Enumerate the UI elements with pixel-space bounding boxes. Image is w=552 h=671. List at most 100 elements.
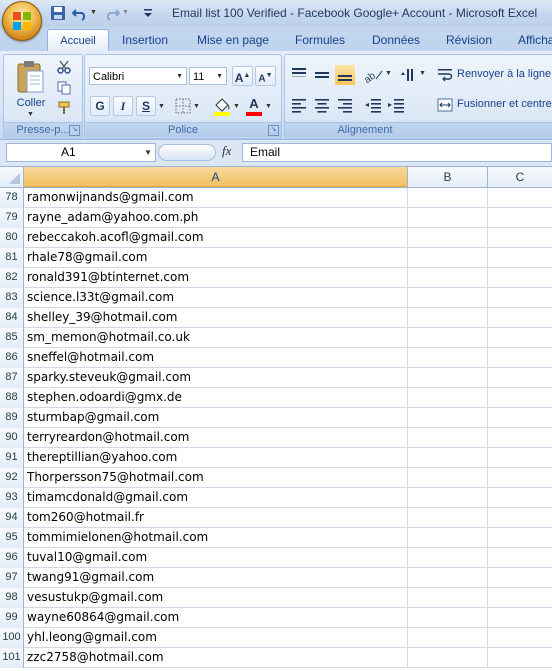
row-header[interactable]: 90 bbox=[0, 428, 24, 448]
cell-b[interactable] bbox=[408, 568, 488, 587]
row-header[interactable]: 80 bbox=[0, 228, 24, 248]
cell-a[interactable]: vesustukp@gmail.com bbox=[24, 588, 408, 607]
cell-b[interactable] bbox=[408, 228, 488, 247]
cell-c[interactable] bbox=[488, 388, 552, 407]
wrap-text-icon[interactable] bbox=[437, 67, 453, 83]
row-header[interactable]: 94 bbox=[0, 508, 24, 528]
qat-customize-icon[interactable] bbox=[142, 5, 154, 21]
tab-accueil[interactable]: Accueil bbox=[47, 29, 109, 52]
cell-a[interactable]: shelley_39@hotmail.com bbox=[24, 308, 408, 327]
tab-donnees[interactable]: Données bbox=[372, 30, 420, 51]
cell-b[interactable] bbox=[408, 648, 488, 667]
cell-a[interactable]: stephen.odoardi@gmx.de bbox=[24, 388, 408, 407]
cell-b[interactable] bbox=[408, 448, 488, 467]
redo-dropdown-icon[interactable]: ▼ bbox=[122, 9, 129, 16]
decrease-indent-icon[interactable] bbox=[363, 95, 383, 115]
undo-icon[interactable] bbox=[72, 5, 88, 21]
cell-c[interactable] bbox=[488, 468, 552, 487]
cell-a[interactable]: Thorpersson75@hotmail.com bbox=[24, 468, 408, 487]
select-all-button[interactable] bbox=[0, 167, 24, 187]
shrink-font-button[interactable]: A▼ bbox=[255, 66, 276, 86]
cell-b[interactable] bbox=[408, 388, 488, 407]
cell-b[interactable] bbox=[408, 428, 488, 447]
cell-b[interactable] bbox=[408, 608, 488, 627]
cell-c[interactable] bbox=[488, 608, 552, 627]
text-direction-dropdown-icon[interactable]: ▼ bbox=[419, 70, 426, 77]
cell-a[interactable]: science.l33t@gmail.com bbox=[24, 288, 408, 307]
font-launcher-icon[interactable]: ↘ bbox=[268, 125, 279, 136]
row-header[interactable]: 101 bbox=[0, 648, 24, 668]
italic-button[interactable]: I bbox=[113, 96, 133, 116]
cell-c[interactable] bbox=[488, 228, 552, 247]
underline-dropdown-icon[interactable]: ▼ bbox=[158, 103, 165, 110]
cell-c[interactable] bbox=[488, 288, 552, 307]
row-header[interactable]: 88 bbox=[0, 388, 24, 408]
row-header[interactable]: 96 bbox=[0, 548, 24, 568]
cell-c[interactable] bbox=[488, 348, 552, 367]
cell-c[interactable] bbox=[488, 308, 552, 327]
row-header[interactable]: 93 bbox=[0, 488, 24, 508]
font-color-button[interactable]: A bbox=[245, 96, 263, 116]
cell-a[interactable]: tom260@hotmail.fr bbox=[24, 508, 408, 527]
cell-c[interactable] bbox=[488, 248, 552, 267]
cell-b[interactable] bbox=[408, 308, 488, 327]
cell-a[interactable]: zzc2758@hotmail.com bbox=[24, 648, 408, 667]
cell-a[interactable]: thereptillian@yahoo.com bbox=[24, 448, 408, 467]
formula-bar-handle[interactable] bbox=[158, 144, 216, 161]
cell-c[interactable] bbox=[488, 188, 552, 207]
cell-b[interactable] bbox=[408, 588, 488, 607]
text-direction-icon[interactable] bbox=[399, 65, 419, 85]
align-top-icon[interactable] bbox=[289, 65, 309, 85]
font-color-dropdown-icon[interactable]: ▼ bbox=[265, 103, 272, 110]
insert-function-button[interactable]: fx bbox=[222, 143, 231, 159]
cell-c[interactable] bbox=[488, 268, 552, 287]
cell-c[interactable] bbox=[488, 448, 552, 467]
column-header-a[interactable]: A bbox=[24, 167, 408, 187]
cell-b[interactable] bbox=[408, 208, 488, 227]
row-header[interactable]: 86 bbox=[0, 348, 24, 368]
row-header[interactable]: 89 bbox=[0, 408, 24, 428]
tab-mise-en-page[interactable]: Mise en page bbox=[197, 30, 269, 51]
name-box-dropdown-icon[interactable]: ▼ bbox=[144, 144, 152, 161]
cell-a[interactable]: ramonwijnands@gmail.com bbox=[24, 188, 408, 207]
orientation-icon[interactable]: ab bbox=[363, 65, 385, 85]
paste-icon[interactable] bbox=[16, 59, 46, 95]
cell-b[interactable] bbox=[408, 368, 488, 387]
cell-b[interactable] bbox=[408, 408, 488, 427]
tab-revision[interactable]: Révision bbox=[446, 30, 492, 51]
formula-input[interactable]: Email bbox=[242, 143, 552, 162]
increase-indent-icon[interactable] bbox=[386, 95, 406, 115]
clipboard-launcher-icon[interactable]: ↘ bbox=[69, 125, 80, 136]
bold-button[interactable]: G bbox=[90, 96, 110, 116]
redo-icon[interactable] bbox=[104, 5, 120, 21]
row-header[interactable]: 81 bbox=[0, 248, 24, 268]
cell-c[interactable] bbox=[488, 588, 552, 607]
cell-c[interactable] bbox=[488, 508, 552, 527]
cell-b[interactable] bbox=[408, 508, 488, 527]
cell-c[interactable] bbox=[488, 568, 552, 587]
font-size-dropdown-icon[interactable]: ▼ bbox=[216, 68, 223, 86]
cell-a[interactable]: timamcdonald@gmail.com bbox=[24, 488, 408, 507]
cell-c[interactable] bbox=[488, 428, 552, 447]
row-header[interactable]: 82 bbox=[0, 268, 24, 288]
cell-b[interactable] bbox=[408, 548, 488, 567]
cell-a[interactable]: ronald391@btinternet.com bbox=[24, 268, 408, 287]
align-middle-icon[interactable] bbox=[312, 65, 332, 85]
cell-c[interactable] bbox=[488, 528, 552, 547]
cell-a[interactable]: yhl.leong@gmail.com bbox=[24, 628, 408, 647]
row-header[interactable]: 85 bbox=[0, 328, 24, 348]
cell-b[interactable] bbox=[408, 528, 488, 547]
tab-insertion[interactable]: Insertion bbox=[122, 30, 168, 51]
tab-formules[interactable]: Formules bbox=[295, 30, 345, 51]
fill-color-dropdown-icon[interactable]: ▼ bbox=[233, 103, 240, 110]
cell-a[interactable]: twang91@gmail.com bbox=[24, 568, 408, 587]
cell-b[interactable] bbox=[408, 188, 488, 207]
cell-a[interactable]: sm_memon@hotmail.co.uk bbox=[24, 328, 408, 347]
cell-a[interactable]: tuval10@gmail.com bbox=[24, 548, 408, 567]
row-header[interactable]: 87 bbox=[0, 368, 24, 388]
borders-icon[interactable] bbox=[175, 98, 191, 114]
paste-dropdown-icon[interactable]: ▼ bbox=[27, 111, 34, 118]
cell-c[interactable] bbox=[488, 488, 552, 507]
align-center-icon[interactable] bbox=[312, 95, 332, 115]
fill-color-icon[interactable] bbox=[213, 96, 231, 116]
